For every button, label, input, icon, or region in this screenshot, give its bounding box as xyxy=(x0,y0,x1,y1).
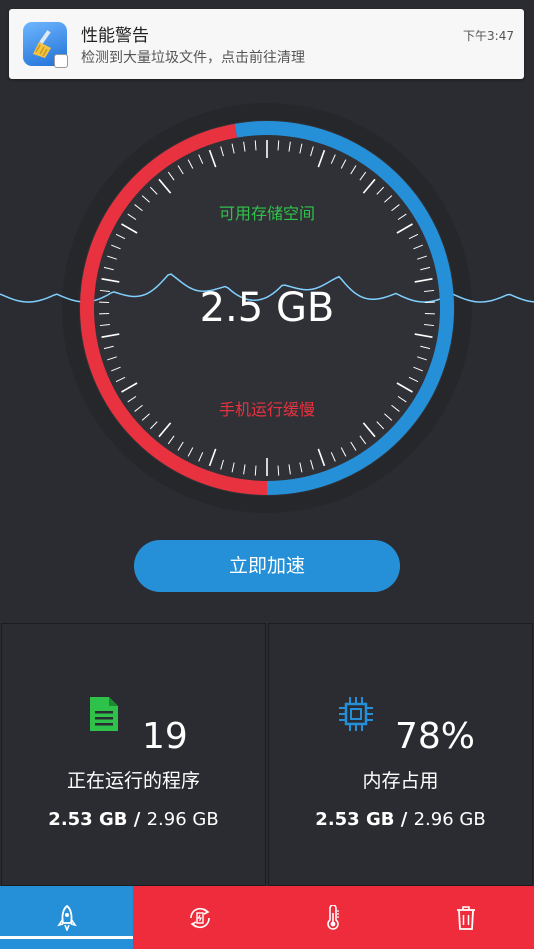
tab-temperature[interactable] xyxy=(266,886,399,949)
rocket-icon xyxy=(56,904,77,931)
bottom-nav xyxy=(0,886,534,949)
thermometer-icon xyxy=(326,904,339,930)
gauge-value: 2.5 GB xyxy=(199,285,335,331)
notification-card[interactable]: 性能警告 检测到大量垃圾文件，点击前往清理 下午3:47 xyxy=(9,9,524,79)
running-apps-memory: 2.53 GB / 2.96 GB xyxy=(48,809,219,830)
notification-body: 检测到大量垃圾文件，点击前往清理 xyxy=(81,50,305,66)
trash-icon xyxy=(456,905,475,930)
refresh-battery-icon xyxy=(189,907,210,928)
memory-usage-memory: 2.53 GB / 2.96 GB xyxy=(315,809,486,830)
tab-clean[interactable] xyxy=(399,886,532,949)
running-apps-count: 19 xyxy=(142,716,188,757)
running-apps-panel[interactable]: 19 正在运行的程序 2.53 GB / 2.96 GB xyxy=(1,623,266,886)
boost-button[interactable]: 立即加速 xyxy=(134,540,400,592)
notification-badge-icon xyxy=(54,54,68,68)
tab-active-indicator xyxy=(0,936,133,939)
memory-usage-label: 内存占用 xyxy=(362,770,439,792)
gauge-label-top: 可用存储空间 xyxy=(218,204,315,223)
document-icon xyxy=(90,697,118,731)
memory-usage-panel[interactable]: 78% 内存占用 2.53 GB / 2.96 GB xyxy=(268,623,533,886)
notification-title: 性能警告 xyxy=(81,26,149,46)
tab-battery[interactable] xyxy=(133,886,266,949)
gauge-label-bottom: 手机运行缓慢 xyxy=(218,400,315,419)
notification-time: 下午3:47 xyxy=(463,29,514,43)
memory-usage-percent: 78% xyxy=(395,716,476,757)
cpu-chip-icon xyxy=(339,697,373,731)
tab-boost[interactable] xyxy=(0,886,133,949)
running-apps-label: 正在运行的程序 xyxy=(66,770,200,792)
